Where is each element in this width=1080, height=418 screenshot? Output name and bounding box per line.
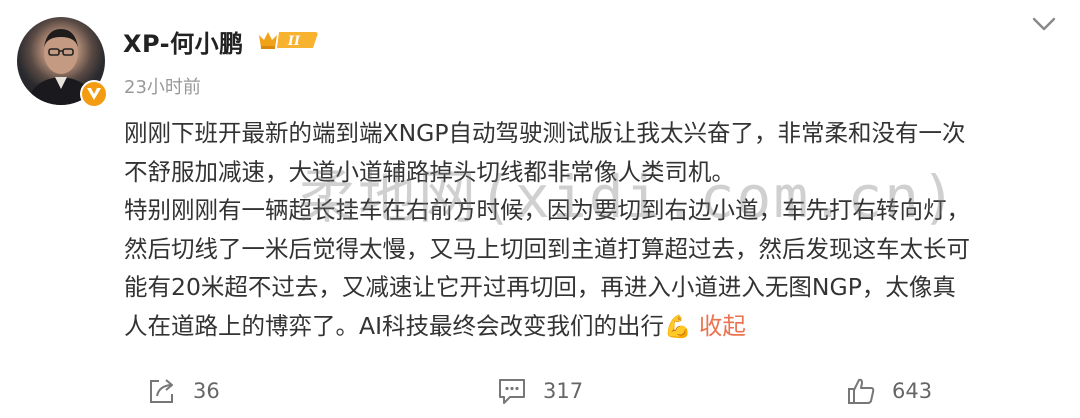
content-line: 人在道路上的博弈了。AI科技最终会改变我们的出行 — [124, 311, 665, 340]
content-line-last: 人在道路上的博弈了。AI科技最终会改变我们的出行💪 收起 — [124, 307, 1064, 348]
crown-level-icon[interactable]: II — [257, 27, 321, 53]
thumbs-up-icon — [848, 378, 875, 404]
post-timestamp[interactable]: 23小时前 — [124, 73, 201, 99]
post-content: 刚刚下班开最新的端到端XNGP自动驾驶测试版让我太兴奋了，非常柔和没有一次 不舒… — [124, 114, 1064, 347]
collapse-link[interactable]: 收起 — [699, 312, 746, 340]
content-line: 然后切线了一米后觉得太慢，又马上切回到主道打算超过去，然后发现这车太长可 — [124, 234, 970, 263]
share-button[interactable]: 36 — [147, 376, 220, 406]
chevron-down-icon[interactable] — [1030, 14, 1058, 34]
flexed-bicep-emoji: 💪 — [664, 314, 692, 340]
author-name[interactable]: XP-何小鹏 — [123, 24, 244, 59]
like-button[interactable]: 643 — [846, 376, 932, 406]
comment-count: 317 — [543, 379, 584, 403]
comment-icon — [499, 379, 525, 404]
weibo-post: XP-何小鹏 II 23小时前 刚刚下班开最新的端到端XNGP自动驾驶测试版让我… — [0, 0, 1080, 418]
content-line: 不舒服加减速，大道小道辅路掉头切线都非常像人类司机。 — [124, 157, 735, 186]
like-count: 643 — [892, 379, 933, 403]
content-line: 特别刚刚有一辆超长挂车在右前方时候，因为要切到右边小道，车先打右转向灯， — [124, 196, 970, 224]
content-line: 刚刚下班开最新的端到端XNGP自动驾驶测试版让我太兴奋了，非常柔和没有一次 — [124, 119, 966, 147]
comment-button[interactable]: 317 — [497, 376, 583, 406]
share-count: 36 — [193, 379, 220, 403]
level-badge-text: II — [287, 34, 301, 49]
content-line: 能有20米超不过去，又减速让它开过再切回，再进入小道进入无图NGP，太像真 — [124, 273, 956, 301]
verified-badge-icon — [80, 80, 108, 108]
action-bar: 36 317 643 — [0, 376, 1080, 416]
share-icon — [150, 379, 173, 403]
